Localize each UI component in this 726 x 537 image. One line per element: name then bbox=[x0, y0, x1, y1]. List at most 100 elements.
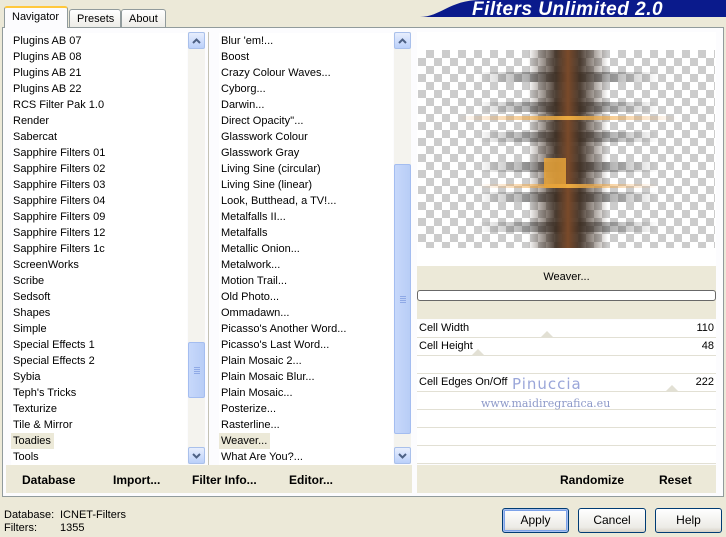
list-item[interactable]: Picasso's Last Word... bbox=[219, 337, 393, 353]
scroll-down-button[interactable] bbox=[394, 447, 411, 464]
list-item[interactable]: Tools bbox=[11, 449, 187, 465]
category-label[interactable]: Scribe bbox=[11, 273, 187, 289]
list-item[interactable]: Metalwork... bbox=[219, 257, 393, 273]
list-item[interactable]: Special Effects 1 bbox=[11, 337, 187, 353]
list-item[interactable]: Cyborg... bbox=[219, 81, 393, 97]
param-row[interactable]: Cell Width 110 bbox=[417, 320, 716, 338]
list-item[interactable]: ScreenWorks bbox=[11, 257, 187, 273]
category-label[interactable]: Sapphire Filters 01 bbox=[11, 145, 187, 161]
category-label[interactable]: Sabercat bbox=[11, 129, 187, 145]
category-scrollbar[interactable] bbox=[188, 32, 205, 464]
scroll-thumb[interactable] bbox=[188, 342, 205, 398]
category-label[interactable]: Tools bbox=[11, 449, 187, 465]
category-label[interactable]: Plugins AB 08 bbox=[11, 49, 187, 65]
list-item[interactable]: Glasswork Colour bbox=[219, 129, 393, 145]
category-label[interactable]: Special Effects 1 bbox=[11, 337, 187, 353]
list-item[interactable]: Sybia bbox=[11, 369, 187, 385]
list-item[interactable]: Rasterline... bbox=[219, 417, 393, 433]
category-label[interactable]: Render bbox=[11, 113, 187, 129]
list-item[interactable]: What Are You?... bbox=[219, 449, 393, 465]
filter-scrollbar[interactable] bbox=[394, 32, 411, 464]
list-item[interactable]: Sedsoft bbox=[11, 289, 187, 305]
category-label[interactable]: Tile & Mirror bbox=[11, 417, 187, 433]
list-item[interactable]: Blur 'em!... bbox=[219, 33, 393, 49]
category-label[interactable]: RCS Filter Pak 1.0 bbox=[11, 97, 187, 113]
list-item[interactable]: Plain Mosaic... bbox=[219, 385, 393, 401]
filter-label[interactable]: Metallic Onion... bbox=[219, 241, 393, 257]
list-item[interactable]: Sapphire Filters 09 bbox=[11, 209, 187, 225]
list-item[interactable]: Shapes bbox=[11, 305, 187, 321]
list-item[interactable]: Plugins AB 22 bbox=[11, 81, 187, 97]
import-button[interactable]: Import... bbox=[113, 473, 160, 487]
category-label[interactable]: Special Effects 2 bbox=[11, 353, 187, 369]
list-item[interactable]: Special Effects 2 bbox=[11, 353, 187, 369]
slider-marker[interactable] bbox=[540, 331, 554, 338]
list-item[interactable]: Plugins AB 21 bbox=[11, 65, 187, 81]
list-item[interactable]: Sapphire Filters 03 bbox=[11, 177, 187, 193]
tab-navigator[interactable]: Navigator bbox=[4, 6, 68, 28]
filter-label[interactable]: Living Sine (circular) bbox=[219, 161, 393, 177]
list-item[interactable]: Direct Opacity''... bbox=[219, 113, 393, 129]
category-label[interactable]: Texturize bbox=[11, 401, 187, 417]
filter-label[interactable]: Crazy Colour Waves... bbox=[219, 65, 393, 81]
slider-marker[interactable] bbox=[471, 349, 485, 356]
list-item[interactable]: RCS Filter Pak 1.0 bbox=[11, 97, 187, 113]
scroll-thumb[interactable] bbox=[394, 164, 411, 434]
list-item[interactable]: Posterize... bbox=[219, 401, 393, 417]
list-item[interactable]: Living Sine (circular) bbox=[219, 161, 393, 177]
list-item[interactable]: Teph's Tricks bbox=[11, 385, 187, 401]
list-item[interactable]: Old Photo... bbox=[219, 289, 393, 305]
list-item[interactable]: Toadies bbox=[11, 433, 187, 449]
category-label[interactable]: Sapphire Filters 04 bbox=[11, 193, 187, 209]
list-item[interactable]: Darwin... bbox=[219, 97, 393, 113]
filter-label[interactable]: Picasso's Another Word... bbox=[219, 321, 393, 337]
list-item[interactable]: Crazy Colour Waves... bbox=[219, 65, 393, 81]
list-item[interactable]: Sapphire Filters 01 bbox=[11, 145, 187, 161]
scroll-down-button[interactable] bbox=[188, 447, 205, 464]
list-item[interactable]: Sapphire Filters 04 bbox=[11, 193, 187, 209]
filter-label[interactable]: Glasswork Gray bbox=[219, 145, 393, 161]
category-label[interactable]: Teph's Tricks bbox=[11, 385, 187, 401]
list-item[interactable]: Plain Mosaic Blur... bbox=[219, 369, 393, 385]
category-label[interactable]: ScreenWorks bbox=[11, 257, 187, 273]
category-label[interactable]: Plugins AB 07 bbox=[11, 33, 187, 49]
category-list[interactable]: Plugins AB 07 Plugins AB 08 Plugins AB 21 P… bbox=[11, 33, 187, 465]
list-item[interactable]: Plugins AB 07 bbox=[11, 33, 187, 49]
filter-label[interactable]: Picasso's Last Word... bbox=[219, 337, 393, 353]
param-row[interactable] bbox=[417, 356, 716, 374]
filter-label[interactable]: Posterize... bbox=[219, 401, 393, 417]
param-row[interactable]: Cell Height 48 bbox=[417, 338, 716, 356]
list-item[interactable]: Living Sine (linear) bbox=[219, 177, 393, 193]
category-label[interactable]: Plugins AB 21 bbox=[11, 65, 187, 81]
list-item[interactable]: Sapphire Filters 1c bbox=[11, 241, 187, 257]
filter-label[interactable]: Metalwork... bbox=[219, 257, 393, 273]
list-item[interactable]: Tile & Mirror bbox=[11, 417, 187, 433]
tab-presets[interactable]: Presets bbox=[69, 9, 121, 28]
help-button[interactable]: Help bbox=[655, 508, 722, 533]
filter-label[interactable]: Direct Opacity''... bbox=[219, 113, 393, 129]
cancel-button[interactable]: Cancel bbox=[578, 508, 646, 533]
list-item[interactable]: Weaver... bbox=[219, 433, 393, 449]
list-item[interactable]: Boost bbox=[219, 49, 393, 65]
param-row[interactable] bbox=[417, 446, 716, 464]
list-item[interactable]: Picasso's Another Word... bbox=[219, 321, 393, 337]
category-label[interactable]: Sapphire Filters 12 bbox=[11, 225, 187, 241]
category-label[interactable]: Sedsoft bbox=[11, 289, 187, 305]
filter-label[interactable]: Glasswork Colour bbox=[219, 129, 393, 145]
filter-label[interactable]: Old Photo... bbox=[219, 289, 393, 305]
category-label[interactable]: Sapphire Filters 02 bbox=[11, 161, 187, 177]
list-item[interactable]: Metalfalls bbox=[219, 225, 393, 241]
database-button[interactable]: Database bbox=[22, 473, 75, 487]
list-item[interactable]: Sapphire Filters 12 bbox=[11, 225, 187, 241]
filter-label[interactable]: Weaver... bbox=[219, 433, 271, 449]
category-label[interactable]: Sapphire Filters 09 bbox=[11, 209, 187, 225]
reset-button[interactable]: Reset bbox=[659, 473, 692, 487]
randomize-button[interactable]: Randomize bbox=[560, 473, 624, 487]
filter-label[interactable]: Look, Butthead, a TV!... bbox=[219, 193, 393, 209]
list-item[interactable]: Ommadawn... bbox=[219, 305, 393, 321]
filter-label[interactable]: Plain Mosaic Blur... bbox=[219, 369, 393, 385]
list-item[interactable]: Sapphire Filters 02 bbox=[11, 161, 187, 177]
filter-info-button[interactable]: Filter Info... bbox=[192, 473, 257, 487]
category-label[interactable]: Plugins AB 22 bbox=[11, 81, 187, 97]
param-row[interactable] bbox=[417, 428, 716, 446]
